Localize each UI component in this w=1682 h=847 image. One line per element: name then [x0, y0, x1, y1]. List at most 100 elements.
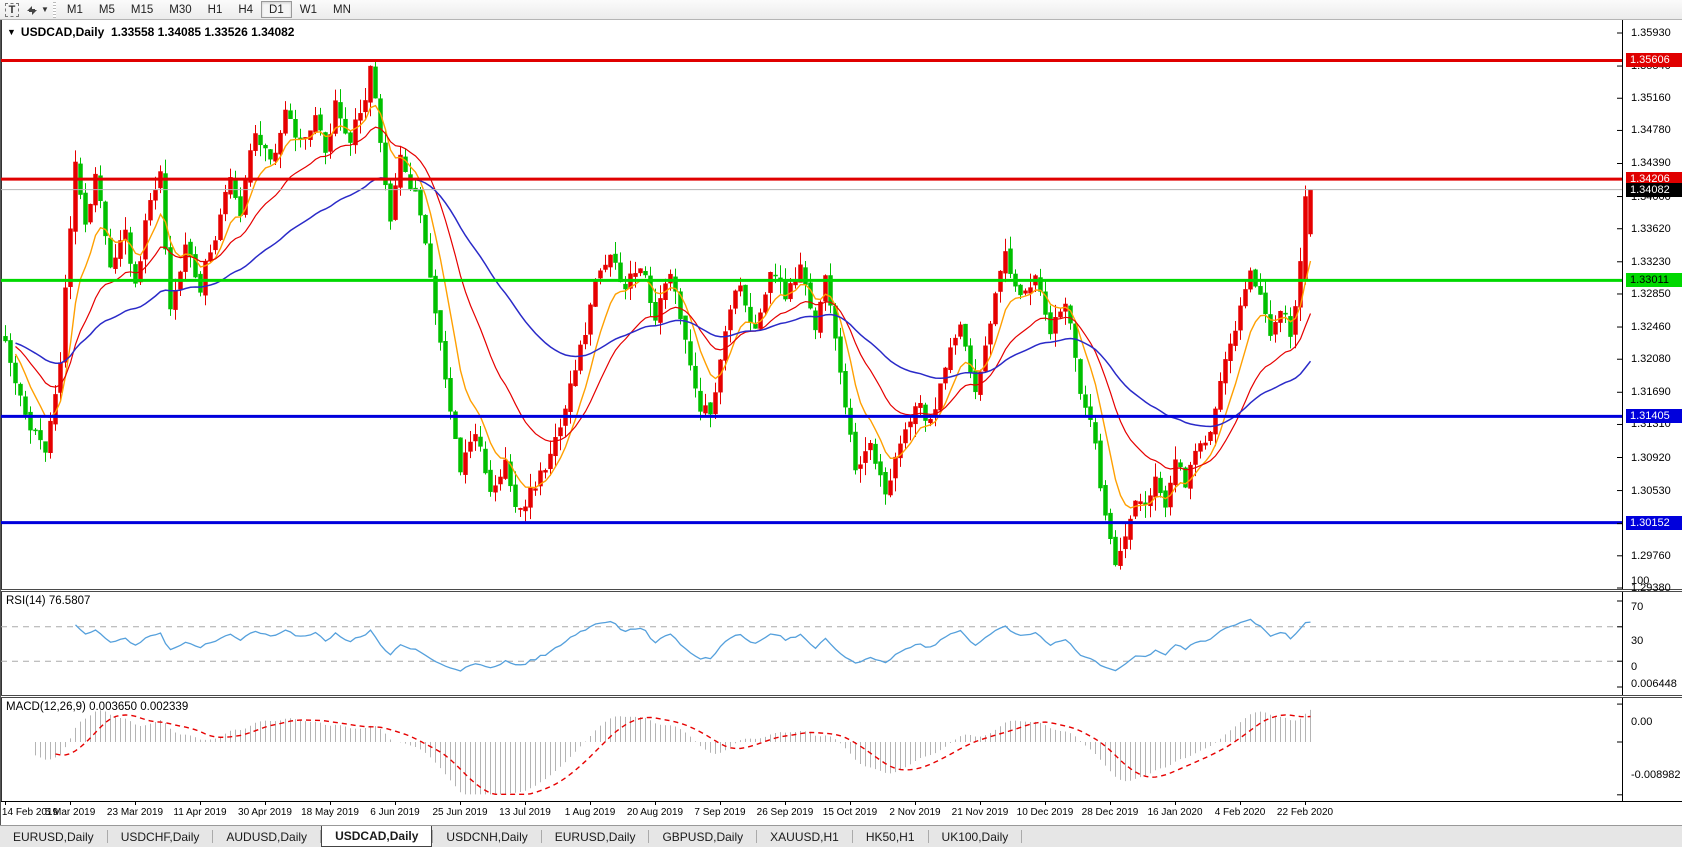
date-label: 23 Mar 2019: [106, 807, 164, 818]
date-label: 28 Dec 2019: [1081, 807, 1139, 818]
price-tick-label: 1.33620: [1631, 223, 1671, 235]
chart-tab-eurusd[interactable]: EURUSD,Daily: [542, 826, 649, 847]
chart-tab-gbpusd[interactable]: GBPUSD,Daily: [649, 826, 756, 847]
date-label: 6 Jun 2019: [370, 807, 420, 818]
chart-tab-bar: EURUSD,Daily USDCHF,Daily AUDUSD,Daily USDC…: [0, 825, 1682, 847]
price-level-label: 1.35606: [1626, 53, 1682, 67]
date-label: 15 Oct 2019: [822, 807, 878, 818]
date-label: 18 May 2019: [301, 807, 359, 818]
date-tick: [850, 802, 851, 805]
macd-tick-label: 0.006448: [1631, 678, 1677, 690]
price-tick-label: 1.30530: [1631, 485, 1671, 497]
date-tick: [525, 802, 526, 805]
date-label: 7 Sep 2019: [694, 807, 746, 818]
arrows-tool-button[interactable]: ▼: [25, 1, 49, 19]
chart-title: ▼ USDCAD,Daily 1.33558 1.34085 1.33526 1.…: [7, 25, 294, 39]
date-label: 5 Mar 2019: [44, 807, 96, 818]
rsi-label: RSI(14) 76.5807: [6, 595, 91, 607]
chart-ohlc-values: 1.33558 1.34085 1.33526 1.34082: [110, 25, 295, 39]
price-level-label: 1.30152: [1626, 516, 1682, 530]
timeframe-button-h4[interactable]: H4: [230, 1, 261, 18]
price-level-label: 1.31405: [1626, 409, 1682, 423]
date-tick: [655, 802, 656, 805]
date-tick: [590, 802, 591, 805]
price-tick-label: 1.32080: [1631, 353, 1671, 365]
timeframe-button-m30[interactable]: M30: [161, 1, 199, 18]
price-tick-label: 1.34780: [1631, 124, 1671, 136]
date-axis[interactable]: 14 Feb 2019 5 Mar 2019 23 Mar 2019 11 Apr 2…: [1, 801, 1682, 825]
text-tool-button[interactable]: T: [1, 1, 23, 19]
date-tick: [70, 802, 71, 805]
timeframe-button-m5[interactable]: M5: [91, 1, 123, 18]
chart-tab-xauusd[interactable]: XAUUSD,H1: [757, 826, 852, 847]
chart-window: ▼ USDCAD,Daily 1.33558 1.34085 1.33526 1.…: [0, 20, 1682, 825]
date-tick: [5, 802, 6, 805]
date-tick: [1175, 802, 1176, 805]
price-level-label: 1.34082: [1626, 183, 1682, 197]
text-tool-icon: T: [5, 2, 19, 17]
collapse-icon[interactable]: ▼: [7, 27, 16, 37]
date-tick: [785, 802, 786, 805]
tab-separator: [1021, 830, 1023, 843]
toolbar-separator: [52, 1, 56, 18]
chart-tab-usdcad[interactable]: USDCAD,Daily: [321, 826, 433, 847]
date-tick: [200, 802, 201, 805]
rsi-tick-label: 70: [1631, 601, 1644, 613]
price-tick-label: 1.30920: [1631, 452, 1671, 464]
price-tick-label: 1.33230: [1631, 256, 1671, 268]
date-tick: [135, 802, 136, 805]
timeframe-button-m1[interactable]: M1: [59, 1, 91, 18]
dropdown-caret-icon: ▼: [41, 5, 49, 14]
date-label: 1 Aug 2019: [564, 807, 616, 818]
date-label: 30 Apr 2019: [238, 807, 292, 818]
chart-tab-audusd[interactable]: AUDUSD,Daily: [213, 826, 320, 847]
date-label: 11 Apr 2019: [173, 807, 227, 818]
rsi-tick-label: 30: [1631, 635, 1644, 647]
price-tick-label: 1.35930: [1631, 27, 1671, 39]
rsi-tick-label: 0: [1631, 661, 1638, 673]
date-tick: [1240, 802, 1241, 805]
date-tick: [330, 802, 331, 805]
price-axis[interactable]: 1.359301.355401.351601.347801.343901.340…: [1625, 20, 1682, 845]
date-tick: [395, 802, 396, 805]
date-label: 13 Jul 2019: [499, 807, 551, 818]
timeframe-button-mn[interactable]: MN: [325, 1, 359, 18]
chart-tab-usdcnh[interactable]: USDCNH,Daily: [433, 826, 540, 847]
macd-tick-label: -0.008982: [1631, 769, 1681, 781]
price-tick-label: 1.31690: [1631, 386, 1671, 398]
macd-label: MACD(12,26,9) 0.003650 0.002339: [6, 701, 189, 713]
date-tick: [720, 802, 721, 805]
date-tick: [1110, 802, 1111, 805]
date-label: 21 Nov 2019: [951, 807, 1009, 818]
date-tick: [460, 802, 461, 805]
date-tick: [1305, 802, 1306, 805]
date-label: 2 Nov 2019: [889, 807, 941, 818]
timeframe-button-m15[interactable]: M15: [123, 1, 161, 18]
top-toolbar: T ▼ M1 M5 M15 M30 H1 H4 D1 W1 MN: [0, 0, 1682, 20]
date-tick: [1045, 802, 1046, 805]
chart-symbol-period: USDCAD,Daily: [20, 25, 105, 39]
date-label: 4 Feb 2020: [1214, 807, 1266, 818]
date-label: 20 Aug 2019: [626, 807, 684, 818]
date-label: 10 Dec 2019: [1016, 807, 1074, 818]
timeframe-button-d1[interactable]: D1: [261, 1, 292, 18]
chart-tab-usdchf[interactable]: USDCHF,Daily: [108, 826, 213, 847]
price-tick-label: 1.32850: [1631, 288, 1671, 300]
rsi-indicator-pane[interactable]: RSI(14) 76.5807: [1, 592, 1625, 695]
price-tick-label: 1.34390: [1631, 157, 1671, 169]
arrows-tool-icon: [27, 5, 37, 15]
timeframe-button-w1[interactable]: W1: [292, 1, 325, 18]
date-label: 22 Feb 2020: [1276, 807, 1334, 818]
main-price-pane[interactable]: ▼ USDCAD,Daily 1.33558 1.34085 1.33526 1.…: [1, 20, 1625, 589]
chart-tab-uk100[interactable]: UK100,Daily: [929, 826, 1022, 847]
macd-indicator-pane[interactable]: MACD(12,26,9) 0.003650 0.002339: [1, 698, 1625, 801]
date-tick: [980, 802, 981, 805]
date-label: 25 Jun 2019: [432, 807, 488, 818]
timeframe-button-h1[interactable]: H1: [200, 1, 231, 18]
price-tick-label: 1.32460: [1631, 321, 1671, 333]
date-tick: [265, 802, 266, 805]
chart-tab-eurusd[interactable]: EURUSD,Daily: [0, 826, 107, 847]
price-tick-label: 1.35160: [1631, 92, 1671, 104]
date-label: 16 Jan 2020: [1147, 807, 1203, 818]
chart-tab-hk50[interactable]: HK50,H1: [853, 826, 928, 847]
